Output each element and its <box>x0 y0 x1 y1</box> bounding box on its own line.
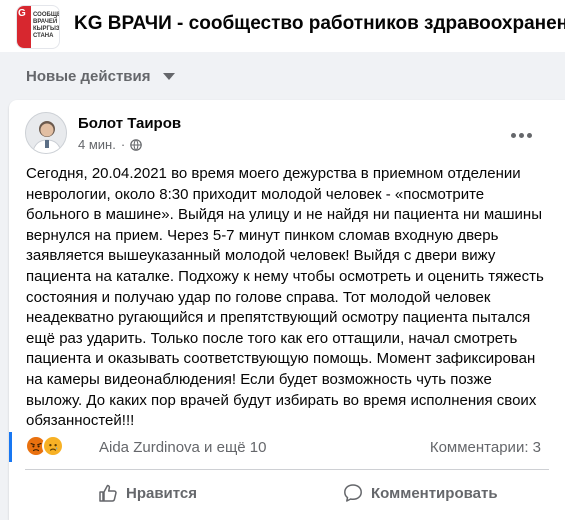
post-time[interactable]: 4 мин. <box>78 137 116 152</box>
logo-lettering: СООБЩЕСТВО ВРАЧЕЙ КЫРГЫЗ СТАНА <box>33 12 59 40</box>
comment-button[interactable]: Комментировать <box>343 475 498 511</box>
sad-reaction-icon <box>42 435 64 457</box>
author-name[interactable]: Болот Таиров <box>78 115 181 132</box>
avatar[interactable] <box>25 112 67 154</box>
logo-line: СТАНА <box>33 33 54 39</box>
thumbs-up-icon <box>99 484 117 502</box>
feed-sort-dropdown[interactable]: Новые действия <box>26 68 175 85</box>
reaction-icons[interactable] <box>25 435 65 457</box>
comment-icon <box>344 484 362 502</box>
post-card: Болот Таиров 4 мин. · Сегодня, 20.04.202… <box>9 100 565 520</box>
logo-line: ВРАЧЕЙ <box>33 19 58 25</box>
more-horizontal-icon-dot <box>518 132 524 138</box>
caret-down-icon <box>162 73 175 80</box>
feed-sort-label: Новые действия <box>26 68 151 85</box>
logo-line: СООБЩЕСТВО <box>33 12 59 18</box>
logo-badge: G <box>18 8 26 19</box>
like-button-label: Нравится <box>126 484 198 502</box>
avatar-image <box>26 113 66 153</box>
more-horizontal-icon-dot <box>526 132 532 138</box>
like-button[interactable]: Нравится <box>98 475 197 511</box>
meta-separator: · <box>120 137 126 152</box>
globe-icon <box>130 138 142 151</box>
comment-button-label: Комментировать <box>371 484 498 502</box>
group-logo[interactable]: G СООБЩЕСТВО ВРАЧЕЙ КЫРГЫЗ СТАНА <box>16 5 60 49</box>
group-header: G СООБЩЕСТВО ВРАЧЕЙ КЫРГЫЗ СТАНА KG ВРАЧ… <box>0 0 565 52</box>
logo-line: КЫРГЫЗ <box>33 26 60 32</box>
more-options-button[interactable] <box>506 120 536 150</box>
divider <box>25 469 549 470</box>
post-meta: 4 мин. · <box>78 137 142 152</box>
reactions-summary: Aida Zurdinova и ещё 10 Комментарии: 3 <box>9 432 565 462</box>
more-horizontal-icon <box>510 132 516 138</box>
group-title[interactable]: KG ВРАЧИ - сообщество работников здравоо… <box>74 13 565 35</box>
post-text: Сегодня, 20.04.2021 во время моего дежур… <box>26 165 544 430</box>
comments-count[interactable]: Комментарии: 3 <box>430 439 541 456</box>
reactions-label[interactable]: Aida Zurdinova и ещё 10 <box>99 439 266 456</box>
